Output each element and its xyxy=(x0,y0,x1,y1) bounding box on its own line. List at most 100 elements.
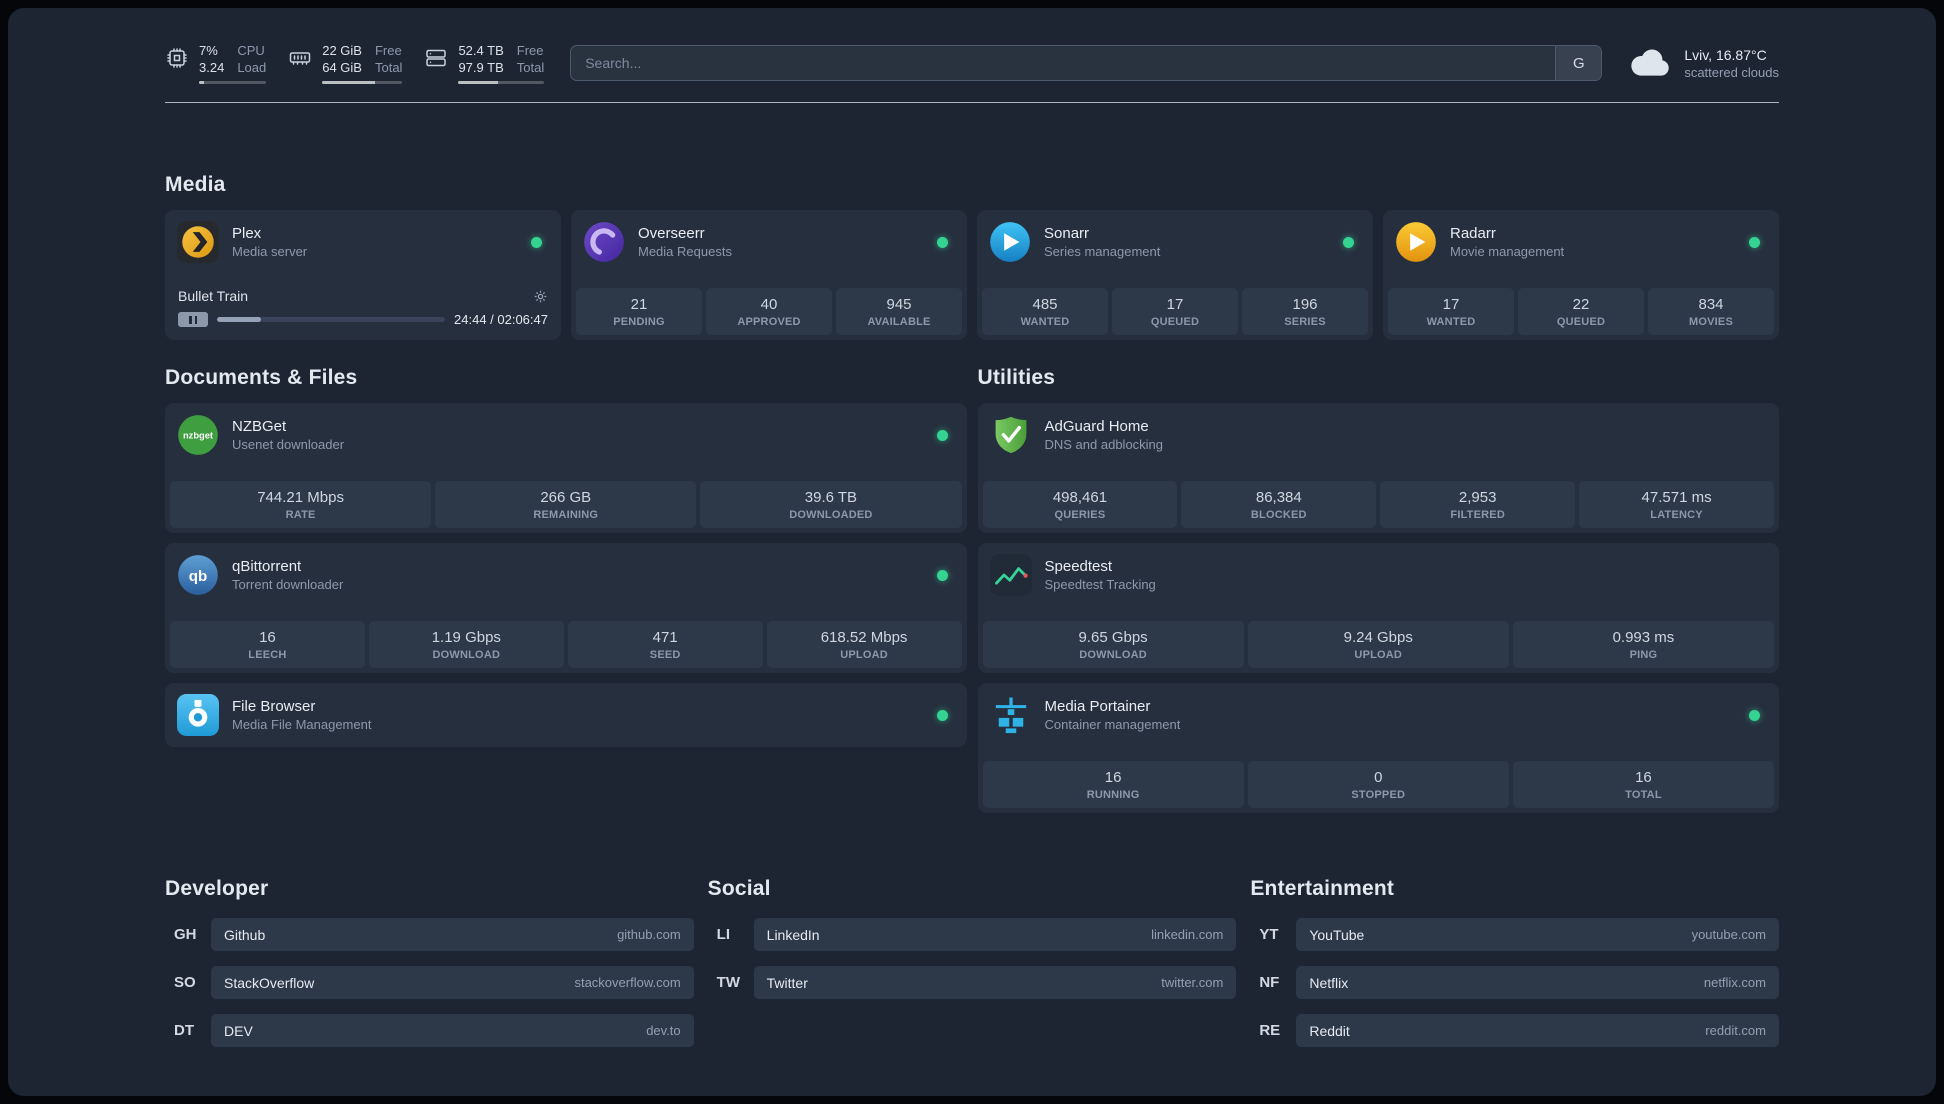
service-name: Plex xyxy=(232,225,262,242)
group-title-developer: Developer xyxy=(165,877,269,900)
memory-free-label: Free xyxy=(374,43,402,58)
cpu-load-value: 3.24 xyxy=(199,60,225,75)
memory-widget: 22 GiB 64 GiB Free Total xyxy=(288,42,403,84)
cpu-usage-label: CPU xyxy=(237,43,265,58)
group-title-utilities: Utilities xyxy=(977,366,1056,389)
bookmark-url: netflix.com xyxy=(1703,975,1766,990)
stat-value: 16 xyxy=(1635,769,1652,786)
stat-value: 17 xyxy=(1442,296,1460,313)
bookmark-url: youtube.com xyxy=(1691,927,1766,942)
stat-value: 196 xyxy=(1292,296,1318,313)
memory-total-label: Total xyxy=(374,60,403,75)
memory-icon xyxy=(288,42,312,70)
service-card-speedtest[interactable]: Speedtest Speedtest Tracking 9.65 Gbps D… xyxy=(977,543,1779,673)
stat-value: 39.6 TB xyxy=(804,489,858,506)
adguard-icon xyxy=(990,414,1032,456)
stat-value: 266 GB xyxy=(540,489,592,506)
stat-value: 86,384 xyxy=(1255,489,1302,506)
cpu-progress-bar xyxy=(199,81,267,84)
status-dot xyxy=(1749,709,1760,721)
service-card-nzbget[interactable]: nzbget NZBGet Usenet downloader 744.21 M… xyxy=(165,403,967,533)
disk-progress-bar xyxy=(458,81,545,84)
stat-download: 1.19 Gbps DOWNLOAD xyxy=(368,621,564,668)
stat-label: STOPPED xyxy=(1351,789,1406,801)
stat-label: SERIES xyxy=(1284,316,1326,328)
search-bar: G xyxy=(570,45,1603,81)
group-title-documents: Documents & Files xyxy=(165,366,358,389)
bookmark-url: github.com xyxy=(617,927,681,942)
bookmark-name: Netflix xyxy=(1309,974,1349,991)
service-description: DNS and adblocking xyxy=(1044,437,1164,452)
service-card-plex[interactable]: Plex Media server Bullet Train 24:44 / 0… xyxy=(165,210,561,340)
disk-total-value: 97.9 TB xyxy=(458,60,504,75)
pause-button[interactable] xyxy=(178,312,208,327)
bookmark-name: LinkedIn xyxy=(766,926,820,943)
playback-progress-track[interactable] xyxy=(217,317,446,322)
bookmark-url: twitter.com xyxy=(1161,975,1224,990)
stat-ping: 0.993 ms PING xyxy=(1512,621,1775,668)
stat-label: QUEUED xyxy=(1556,316,1606,328)
svg-text:qb: qb xyxy=(189,568,208,585)
bookmark-linkedin[interactable]: LI LinkedIn linkedin.com xyxy=(708,918,1237,951)
bookmark-netflix[interactable]: NF Netflix netflix.com xyxy=(1250,966,1779,999)
stat-label: BLOCKED xyxy=(1250,509,1307,521)
bookmark-name: DEV xyxy=(224,1022,253,1039)
stat-filtered: 2,953 FILTERED xyxy=(1380,481,1576,528)
service-card-filebrowser[interactable]: File Browser Media File Management xyxy=(165,683,967,747)
disk-free-value: 52.4 TB xyxy=(458,43,504,58)
bookmark-name: YouTube xyxy=(1309,926,1365,943)
stat-label: QUEUED xyxy=(1150,316,1200,328)
group-title-entertainment: Entertainment xyxy=(1250,877,1395,900)
service-card-sonarr[interactable]: Sonarr Series management 485 WANTED 17 Q… xyxy=(977,210,1373,340)
bookmark-abbr: NF xyxy=(1259,974,1280,991)
bookmark-youtube[interactable]: YT YouTube youtube.com xyxy=(1250,918,1779,951)
service-card-overseerr[interactable]: Overseerr Media Requests 21 PENDING 40 A… xyxy=(571,210,967,340)
stat-value: 834 xyxy=(1698,296,1724,313)
bookmark-twitter[interactable]: TW Twitter twitter.com xyxy=(708,966,1237,999)
group-documents-files: Documents & Files nzbget NZBGet Usenet d… xyxy=(165,366,967,757)
service-card-qbittorrent[interactable]: qb qBittorrent Torrent downloader 16 LEE… xyxy=(165,543,967,673)
service-card-radarr[interactable]: Radarr Movie management 17 WANTED 22 QUE… xyxy=(1383,210,1779,340)
stat-label: AVAILABLE xyxy=(867,316,931,328)
stat-label: SEED xyxy=(649,649,681,661)
stat-label: TOTAL xyxy=(1625,789,1662,801)
bookmark-abbr: SO xyxy=(174,974,196,991)
bookmark-abbr: RE xyxy=(1259,1022,1281,1039)
search-provider-button[interactable]: G xyxy=(1555,46,1602,80)
stat-label: PING xyxy=(1629,649,1658,661)
service-card-portainer[interactable]: Media Portainer Container management 16 … xyxy=(977,683,1779,813)
service-description: Speedtest Tracking xyxy=(1044,577,1156,592)
stat-label: FILTERED xyxy=(1450,509,1505,521)
overseerr-icon xyxy=(583,221,625,263)
stat-value: 2,953 xyxy=(1458,489,1497,506)
bookmark-dev[interactable]: DT DEV dev.to xyxy=(165,1014,694,1047)
service-name: File Browser xyxy=(232,698,316,715)
playback-time: 24:44 / 02:06:47 xyxy=(454,312,548,327)
bookmark-reddit[interactable]: RE Reddit reddit.com xyxy=(1250,1014,1779,1047)
bookmark-name: Twitter xyxy=(766,974,808,991)
filebrowser-icon xyxy=(177,694,219,736)
memory-total-value: 64 GiB xyxy=(322,60,362,75)
bookmark-url: stackoverflow.com xyxy=(574,975,681,990)
stat-wanted: 485 WANTED xyxy=(982,288,1108,335)
service-description: Media Requests xyxy=(638,244,732,259)
bookmark-github[interactable]: GH Github github.com xyxy=(165,918,694,951)
stat-label: LEECH xyxy=(248,649,287,661)
stat-value: 744.21 Mbps xyxy=(257,489,344,506)
radarr-icon xyxy=(1395,221,1437,263)
stat-label: REMAINING xyxy=(533,509,599,521)
bookmark-group-social: Social LI LinkedIn linkedin.com TW Twitt… xyxy=(708,877,1237,1014)
stat-value: 22 xyxy=(1572,296,1590,313)
search-input[interactable] xyxy=(571,46,1556,80)
memory-free-value: 22 GiB xyxy=(322,43,362,58)
stat-queries: 498,461 QUERIES xyxy=(982,481,1178,528)
bookmark-abbr: DT xyxy=(174,1022,194,1039)
service-card-adguard[interactable]: AdGuard Home DNS and adblocking 498,461 … xyxy=(977,403,1779,533)
stat-available: 945 AVAILABLE xyxy=(836,288,962,335)
stat-movies: 834 MOVIES xyxy=(1648,288,1774,335)
gear-icon[interactable] xyxy=(533,289,548,304)
now-playing-title: Bullet Train xyxy=(178,288,249,304)
bookmark-stackoverflow[interactable]: SO StackOverflow stackoverflow.com xyxy=(165,966,694,999)
disk-icon xyxy=(424,42,448,70)
stat-value: 0.993 ms xyxy=(1612,629,1675,646)
